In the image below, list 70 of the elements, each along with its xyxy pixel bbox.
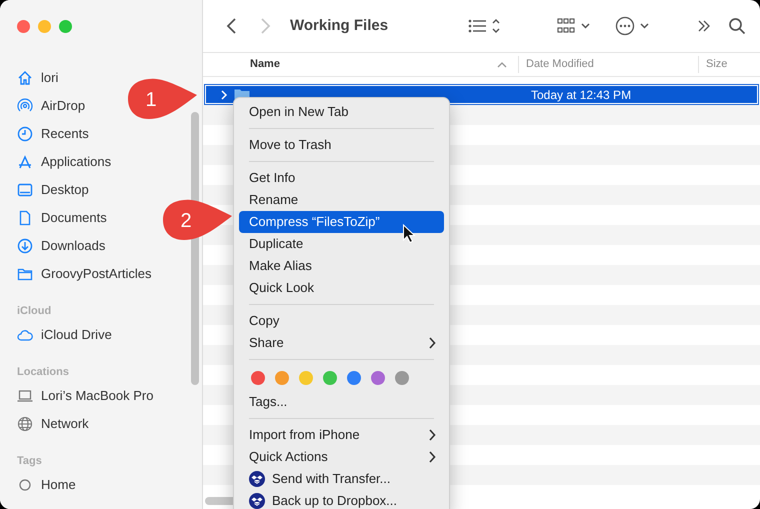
desktop-icon [17, 182, 33, 198]
menu-item[interactable]: Copy [239, 310, 444, 332]
menu-item[interactable]: Tags... [239, 391, 444, 413]
section-header: Locations [16, 365, 70, 380]
menu-item[interactable]: Share [239, 332, 444, 354]
section-header: iCloud [16, 304, 52, 319]
sidebar-item[interactable]: Recents [17, 120, 89, 148]
column-header[interactable]: Date Modified [526, 56, 594, 73]
cloud-icon [17, 327, 33, 343]
menu-item[interactable]: Open in New Tab [239, 101, 444, 123]
menu-item[interactable]: Back up to Dropbox... [239, 490, 444, 509]
column-header[interactable]: Size [706, 56, 728, 73]
step-number: 1 [145, 89, 157, 111]
sidebar-item[interactable]: GroovyPostArticles [17, 260, 152, 288]
tag-color-dot[interactable] [275, 371, 289, 385]
globe-icon [17, 416, 33, 432]
sidebar-item[interactable]: Downloads [17, 232, 106, 260]
menu-item[interactable]: Get Info [239, 167, 444, 189]
tag-color-dot[interactable] [299, 371, 313, 385]
step-number: 2 [180, 210, 192, 232]
document-icon [17, 210, 33, 226]
menu-item[interactable]: Duplicate [239, 233, 444, 255]
airdrop-icon [17, 98, 33, 114]
sidebar-item[interactable]: Home [17, 471, 76, 499]
menu-item[interactable]: Move to Trash [239, 134, 444, 156]
sidebar-item[interactable]: Documents [17, 204, 107, 232]
sidebar-item[interactable]: iCloud Drive [17, 321, 112, 349]
close-button[interactable] [17, 20, 30, 33]
tag-color-dot[interactable] [347, 371, 361, 385]
sidebar-item[interactable]: Desktop [17, 176, 89, 204]
sidebar-item[interactable]: Lori’s MacBook Pro [17, 382, 154, 410]
tag-color-dot[interactable] [323, 371, 337, 385]
tag-circle-icon [17, 477, 33, 493]
home-icon [17, 70, 33, 86]
sidebar-item[interactable]: Applications [17, 148, 112, 176]
menu-item[interactable]: Make Alias [239, 255, 444, 277]
menu-item[interactable]: Compress “FilesToZip” [239, 211, 444, 233]
menu-item[interactable]: Quick Look [239, 277, 444, 299]
submenu-chevron-icon [428, 429, 436, 441]
search-icon[interactable] [728, 17, 746, 35]
column-header[interactable]: Name [250, 56, 280, 73]
menu-item[interactable]: Import from iPhone [239, 424, 444, 446]
sidebar-item[interactable]: AirDrop [17, 92, 86, 120]
mouse-pointer-icon [402, 224, 416, 244]
box-app-icon [249, 471, 265, 487]
double-chevron-icon[interactable] [697, 18, 711, 34]
download-icon [17, 238, 33, 254]
more-options-icon[interactable] [615, 16, 651, 36]
list-view-icon[interactable] [468, 17, 502, 35]
sidebar-item[interactable]: lori [17, 64, 58, 92]
section-header: Tags [16, 454, 43, 469]
applications-icon [17, 154, 33, 170]
submenu-chevron-icon [428, 337, 436, 349]
tag-color-dot[interactable] [395, 371, 409, 385]
folder-icon [17, 266, 33, 282]
sort-caret-icon[interactable] [496, 60, 508, 68]
tag-color-dot[interactable] [251, 371, 265, 385]
box-app-icon [249, 493, 265, 509]
disclosure-chevron-icon[interactable] [219, 90, 229, 100]
folder-title: Working Files [290, 16, 388, 36]
menu-item[interactable]: Rename [239, 189, 444, 211]
submenu-chevron-icon [428, 451, 436, 463]
date-modified-text: Today at 12:43 PM [531, 86, 632, 104]
tag-color-dot[interactable] [371, 371, 385, 385]
laptop-icon [17, 388, 33, 404]
zoom-button[interactable] [59, 20, 72, 33]
clock-icon [17, 126, 33, 142]
menu-item[interactable]: Send with Transfer... [239, 468, 444, 490]
sidebar-item[interactable]: Network [17, 410, 89, 438]
menu-item[interactable]: Quick Actions [239, 446, 444, 468]
